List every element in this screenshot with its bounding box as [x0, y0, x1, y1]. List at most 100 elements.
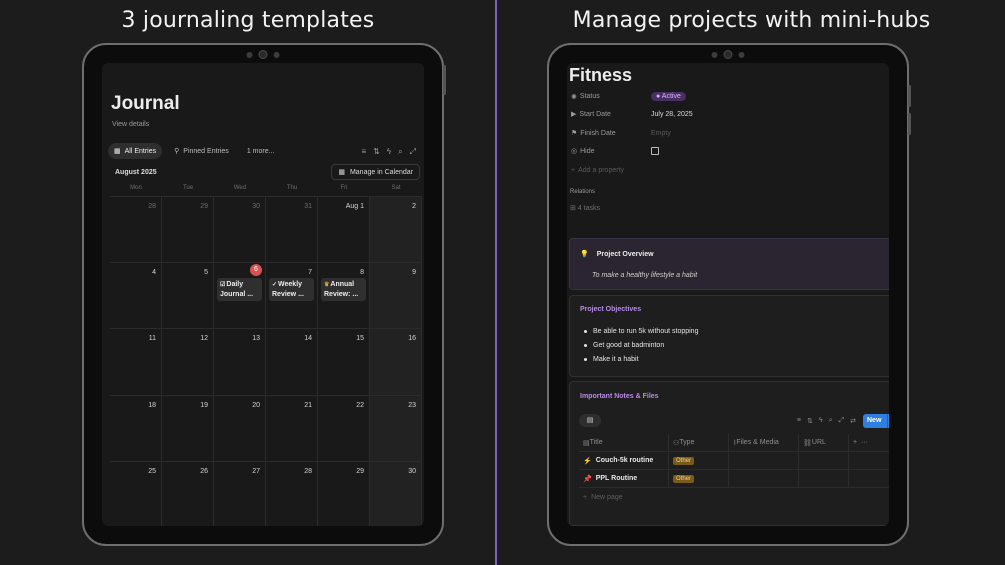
expand-icon[interactable]: ⤢	[410, 147, 416, 157]
search-icon[interactable]: ⌕	[398, 147, 402, 157]
new-page-button[interactable]: + New page	[579, 488, 889, 506]
calendar-day[interactable]: 4	[110, 263, 162, 330]
weekday-label: Sat	[391, 185, 401, 191]
column-type[interactable]: ⚇ Type	[669, 434, 729, 451]
calendar-day[interactable]: 8 ♛Annual Review: ...	[318, 263, 370, 330]
calendar-day[interactable]: 14	[266, 329, 318, 396]
month-label: August 2025	[115, 169, 157, 176]
camera-lens	[258, 50, 268, 59]
view-details-link[interactable]: View details	[112, 121, 149, 128]
table-row[interactable]: 📌 PPL Routine Other	[579, 470, 889, 488]
calendar-day[interactable]: 18	[110, 395, 162, 462]
calendar-day[interactable]: 2	[370, 197, 422, 264]
calendar-day[interactable]: 20	[214, 395, 266, 462]
panel-divider	[495, 0, 497, 565]
column-title[interactable]: ▤ Title	[579, 434, 669, 451]
calendar-day[interactable]: 27	[214, 461, 266, 526]
tab-all-entries[interactable]: ▦ All Entries	[108, 143, 163, 159]
callout-text: To make a healthy lifestyle a habit	[592, 272, 698, 279]
search-icon[interactable]: ⌕	[829, 417, 833, 425]
row-title[interactable]: Couch-5k routine	[596, 457, 654, 464]
new-button[interactable]: New ⌄	[863, 414, 889, 428]
calendar-day[interactable]: 31	[266, 197, 318, 264]
filter-icon[interactable]: ≡	[362, 147, 367, 157]
files-cell[interactable]	[729, 452, 799, 469]
calendar-day[interactable]: 23	[370, 395, 422, 462]
calendar-day[interactable]: 9	[370, 263, 422, 330]
row-title[interactable]: PPL Routine	[596, 475, 637, 482]
calendar-day[interactable]: 29	[162, 197, 214, 264]
manage-in-calendar-button[interactable]: ▦ Manage in Calendar	[331, 164, 420, 180]
eye-off-icon: ◎	[571, 148, 578, 155]
day-number: 19	[200, 401, 208, 409]
day-number: 14	[304, 335, 312, 343]
files-cell[interactable]	[729, 470, 799, 487]
column-url[interactable]: ⛓ URL	[799, 434, 849, 451]
calendar-day[interactable]: 26	[162, 461, 214, 526]
calendar-day[interactable]: 21	[266, 395, 318, 462]
calendar-day[interactable]: 25	[110, 461, 162, 526]
automation-icon[interactable]: ϟ	[387, 147, 391, 157]
hide-checkbox[interactable]	[651, 147, 659, 155]
filter-icon[interactable]: ≡	[797, 417, 801, 425]
expand-icon[interactable]: ⤢	[839, 417, 845, 425]
sort-icon[interactable]: ⇅	[807, 417, 813, 425]
sensor-dot	[273, 51, 280, 58]
column-label: Title	[589, 439, 603, 446]
page-title: Fitness	[569, 65, 633, 85]
calendar-day[interactable]: 30	[214, 197, 266, 264]
empty-cell	[849, 452, 889, 469]
calendar-day[interactable]: 7 ✓Weekly Review ...	[266, 263, 318, 330]
calendar-day[interactable]: Aug 1	[318, 197, 370, 264]
calendar-day[interactable]: 15	[318, 329, 370, 396]
event-daily-journal[interactable]: ☑Daily Journal ...	[217, 278, 262, 302]
calendar-day[interactable]: 11	[110, 329, 162, 396]
column-files[interactable]: ⌇ Files & Media	[729, 434, 799, 451]
event-weekly-review[interactable]: ✓Weekly Review ...	[269, 278, 314, 302]
calendar-day[interactable]: 19	[162, 395, 214, 462]
day-number: 28	[148, 203, 156, 210]
tasks-count: 4 tasks	[577, 205, 600, 212]
event-annual-review[interactable]: ♛Annual Review: ...	[321, 278, 366, 302]
calendar-day[interactable]: 29	[318, 461, 370, 526]
day-number: 12	[200, 335, 208, 343]
status-badge[interactable]: ● Active	[651, 92, 686, 101]
side-button	[443, 65, 446, 95]
calendar-day[interactable]: 12	[162, 329, 214, 396]
property-start-date[interactable]: ▶ Start Date July 28, 2025	[571, 110, 693, 119]
sort-icon[interactable]: ⇅	[373, 147, 380, 157]
add-column-button[interactable]: + ···	[849, 434, 889, 451]
settings-icon[interactable]: ⇄	[850, 417, 856, 425]
calendar-day-today[interactable]: 6 ☑Daily Journal ...	[214, 263, 266, 330]
table-row[interactable]: ⚡ Couch-5k routine Other	[579, 452, 889, 470]
sensor-dot	[246, 51, 253, 58]
notes-table: ▤ Title ⚇ Type ⌇ Files & Media ⛓ URL + ·…	[579, 434, 889, 506]
property-status[interactable]: ✺ Status ● Active	[571, 92, 686, 101]
calendar-day[interactable]: 5	[162, 263, 214, 330]
view-tab-document-icon[interactable]: ▤	[579, 414, 601, 427]
running-icon: ⚡	[583, 457, 592, 465]
calendar-day[interactable]: 28	[266, 461, 318, 526]
calendar-day[interactable]: 30	[370, 461, 422, 526]
add-property-button[interactable]: + Add a property	[571, 167, 624, 174]
property-finish-date[interactable]: ⚑ Finish Date Empty	[571, 129, 671, 138]
check-icon: ✓	[272, 282, 278, 289]
calendar-day[interactable]: 16	[370, 329, 422, 396]
overview-callout: 💡 Project Overview To make a healthy life…	[569, 238, 889, 290]
column-label: Type	[679, 439, 695, 446]
chevron-down-icon[interactable]: ⌄	[887, 414, 889, 428]
tab-pinned-entries[interactable]: ⚲ Pinned Entries	[168, 143, 235, 159]
calendar-day[interactable]: 13	[214, 329, 266, 396]
tab-more[interactable]: 1 more...	[241, 144, 281, 159]
url-cell[interactable]	[799, 470, 849, 487]
property-hide[interactable]: ◎ Hide	[571, 147, 659, 155]
tab-label: Pinned Entries	[183, 147, 229, 155]
button-label: Manage in Calendar	[349, 168, 413, 176]
calendar-day[interactable]: 22	[318, 395, 370, 462]
calendar-day[interactable]: 28	[110, 197, 162, 264]
automation-icon[interactable]: ϟ	[819, 417, 823, 425]
url-cell[interactable]	[799, 452, 849, 469]
tasks-relation[interactable]: ⊞ 4 tasks	[570, 204, 600, 212]
list-item-text: Make it a habit	[593, 356, 639, 363]
day-number: 16	[408, 335, 416, 343]
